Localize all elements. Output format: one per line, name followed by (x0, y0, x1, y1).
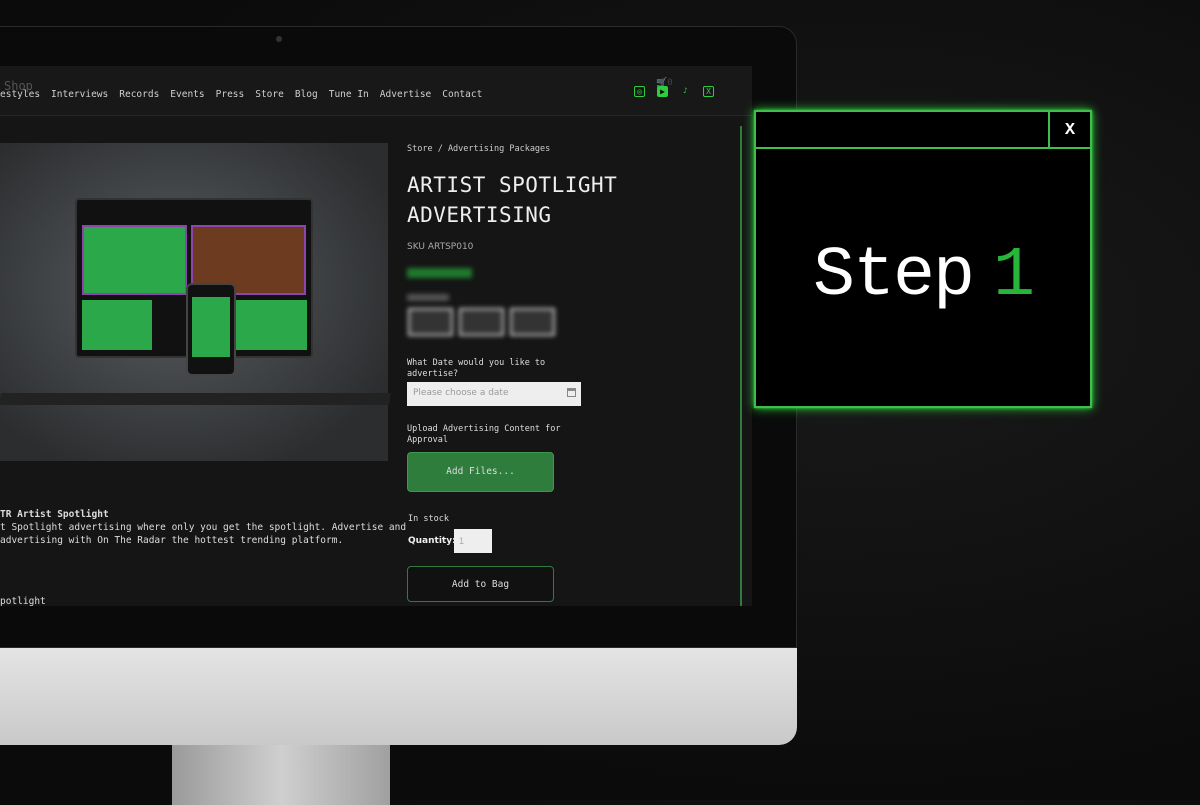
close-button[interactable]: X (1048, 112, 1090, 149)
instagram-icon[interactable]: ◎ (634, 86, 645, 97)
add-to-bag-button[interactable]: Add to Bag (407, 566, 554, 602)
desc-text: advertising with On The Radar the hottes… (0, 535, 344, 546)
nav-links: estyles Interviews Records Events Press … (0, 89, 482, 100)
scrollbar[interactable] (740, 126, 742, 606)
social-links: ◎ ▶ ♪ X (634, 86, 714, 97)
nav-item[interactable]: Interviews (51, 89, 108, 100)
phone-mockup (186, 283, 236, 376)
monitor-stand (172, 745, 390, 805)
step-number: 1 (993, 237, 1035, 316)
price-blurred (407, 268, 472, 278)
popup-titlebar (756, 112, 1090, 149)
breadcrumb[interactable]: Store / Advertising Packages (407, 144, 550, 154)
desc-text: t Spotlight advertising where only you g… (0, 522, 407, 533)
top-nav: Shop estyles Interviews Records Events P… (0, 66, 752, 116)
add-files-button[interactable]: Add Files... (407, 452, 554, 492)
duration-option[interactable] (459, 308, 504, 336)
sku: SKU ARTSP010 (407, 242, 474, 252)
nav-item[interactable]: estyles (0, 89, 40, 100)
nav-item[interactable]: Events (170, 89, 204, 100)
nav-item[interactable]: Press (216, 89, 245, 100)
desc-footer: potlight (0, 596, 46, 606)
nav-item[interactable]: Advertise (380, 89, 431, 100)
desc-heading: TR Artist Spotlight (0, 509, 109, 520)
step-popup: X Step 1 (754, 110, 1092, 408)
nav-item[interactable]: Tune In (329, 89, 369, 100)
nav-item[interactable]: Contact (442, 89, 482, 100)
tiktok-icon[interactable]: ♪ (680, 86, 691, 97)
quantity-label: Quantity: (408, 536, 456, 546)
nav-item[interactable]: Store (255, 89, 284, 100)
upload-label: Upload Advertising Content for Approval (407, 424, 561, 445)
duration-option[interactable] (408, 308, 453, 336)
duration-option[interactable] (510, 308, 555, 336)
duration-label-blurred (407, 294, 449, 301)
nav-item[interactable]: Records (119, 89, 159, 100)
nav-item[interactable]: Blog (295, 89, 318, 100)
calendar-icon[interactable] (567, 388, 576, 397)
step-label: Step 1 (812, 237, 1035, 316)
product-description: TR Artist Spotlight t Spotlight advertis… (0, 508, 406, 547)
youtube-icon[interactable]: ▶ (657, 86, 668, 97)
date-input[interactable]: Please choose a date (407, 382, 581, 406)
stock-status: In stock (408, 514, 449, 524)
x-icon[interactable]: X (703, 86, 714, 97)
date-label: What Date would you like to advertise? (407, 358, 546, 379)
website-screen: Shop estyles Interviews Records Events P… (0, 66, 752, 606)
quantity-input[interactable] (454, 529, 492, 553)
webcam (276, 36, 282, 42)
page-title: ARTIST SPOTLIGHT ADVERTISING (407, 173, 618, 227)
monitor-chin (0, 648, 797, 745)
product-image (0, 143, 391, 461)
